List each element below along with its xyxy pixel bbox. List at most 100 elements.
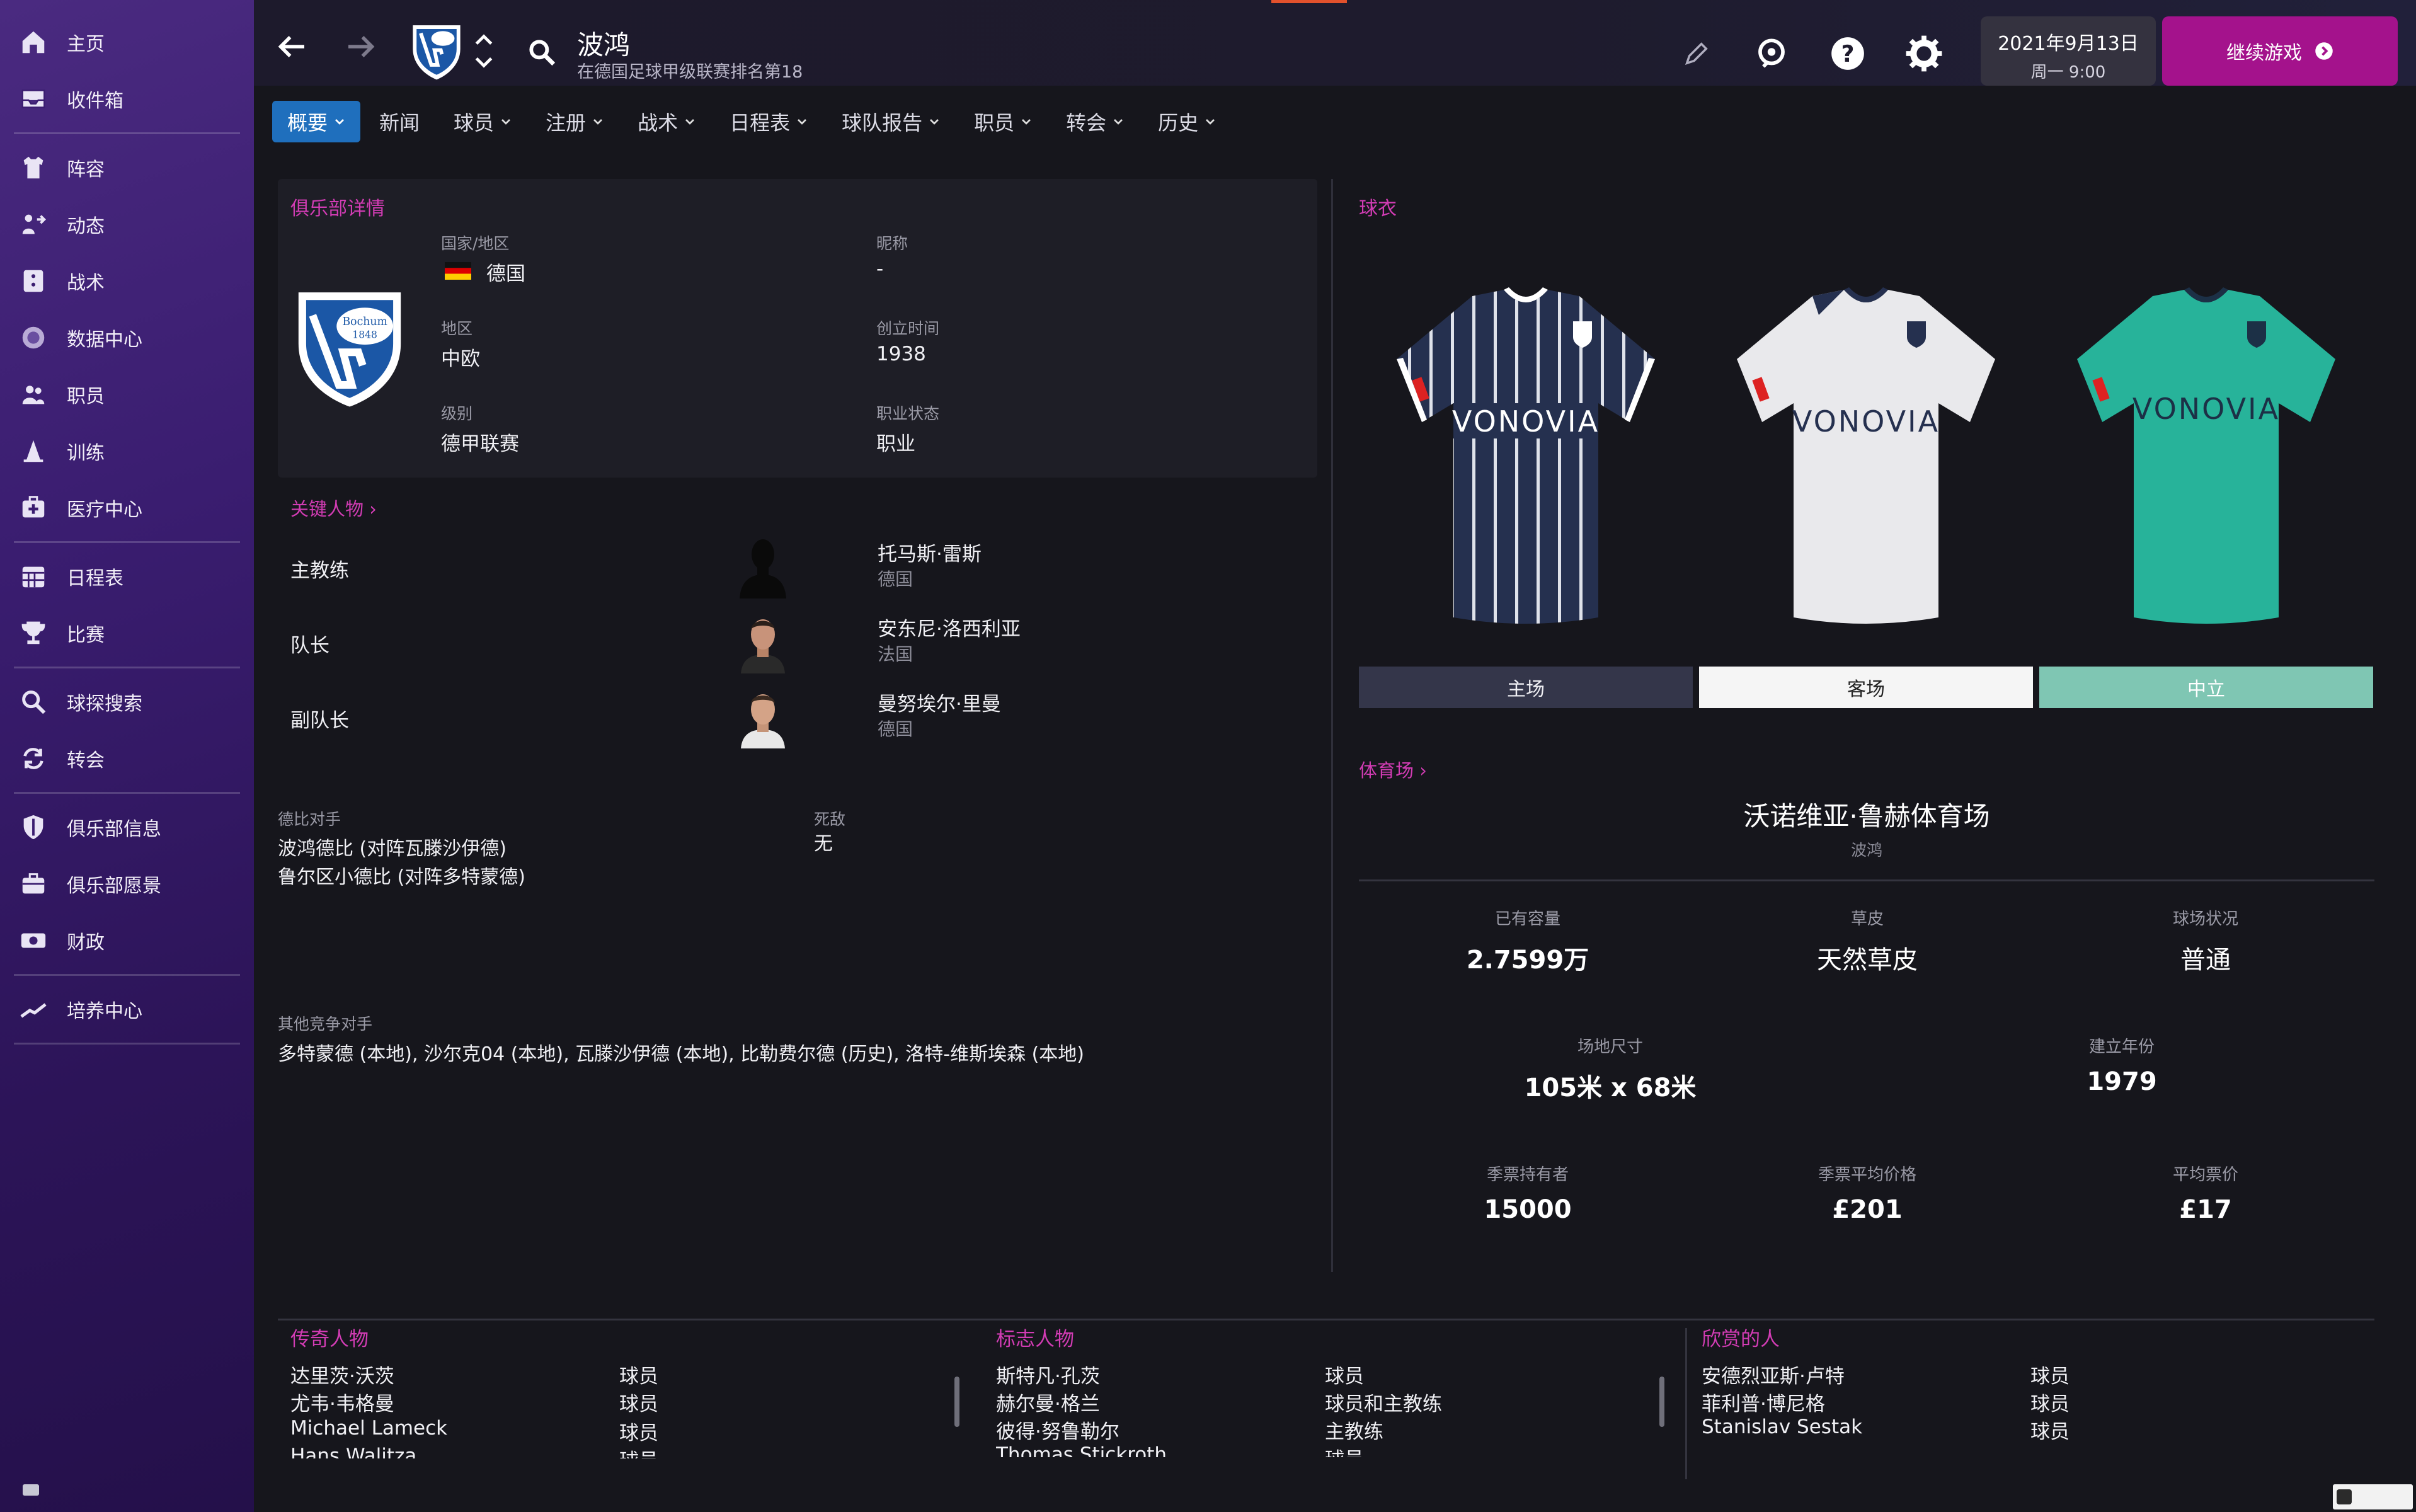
derby-item: 鲁尔区小德比 (对阵多特蒙德) [278, 866, 525, 888]
manager-name[interactable]: 托马斯·雷斯 [878, 538, 982, 566]
bottom-col-divider [1685, 1328, 1687, 1479]
tab-label: 球员 [454, 111, 495, 135]
third-kit-button[interactable]: 中立 [2039, 667, 2373, 708]
sidebar-item-label: 培养中心 [67, 1000, 142, 1022]
sidebar-item-home[interactable]: 主页 [14, 14, 240, 71]
founded-value: 1938 [876, 343, 926, 365]
tab-schedule[interactable]: 日程表 [714, 101, 823, 142]
sidebar-item-club-vision[interactable]: 俱乐部愿景 [14, 856, 240, 912]
sidebar-item-dynamics[interactable]: 动态 [14, 196, 240, 253]
sidebar-item-competitions[interactable]: 比赛 [14, 605, 240, 662]
sidebar-item-squad[interactable]: 阵容 [14, 139, 240, 196]
stat-label: 球场状况 [2172, 910, 2238, 929]
sidebar-item-schedule[interactable]: 日程表 [14, 548, 240, 605]
chevron-down-icon [1114, 119, 1123, 125]
club-crest-icon[interactable] [409, 23, 464, 81]
search-icon[interactable] [526, 37, 558, 68]
sidebar: 主页 收件箱 阵容 动态 战术 数据中心 职员 训练 医疗中心 日程表 比赛 球… [0, 0, 254, 1512]
icons-title: 标志人物 [996, 1328, 1074, 1351]
stat-value: £201 [1832, 1195, 1903, 1224]
stat-pitch-condition: 球场状况 普通 [2073, 906, 2338, 976]
tab-label: 日程表 [730, 111, 791, 135]
tab-tactics[interactable]: 战术 [622, 101, 711, 142]
sidebar-item-tactics[interactable]: 战术 [14, 253, 240, 309]
list-item[interactable]: 菲利普·博尼格 球员 [1702, 1388, 2379, 1416]
tab-label: 新闻 [379, 111, 420, 135]
scouting-icon [22, 690, 46, 714]
stat-label: 场地尺寸 [1577, 1038, 1643, 1057]
sidebar-item-label: 比赛 [67, 624, 105, 646]
away-kit-sponsor: VONOVIA [1792, 404, 1940, 438]
sidebar-item-staff[interactable]: 职员 [14, 366, 240, 423]
list-item[interactable]: Hans Walitza 球员 [290, 1445, 968, 1458]
tab-transfers[interactable]: 转会 [1051, 101, 1139, 142]
page-title: 波鸿 [577, 30, 631, 60]
help-icon[interactable]: ? [1828, 34, 1867, 73]
list-item[interactable]: 彼得·努鲁勒尔 主教练 [996, 1416, 1673, 1443]
sidebar-item-inbox[interactable]: 收件箱 [14, 71, 240, 127]
home-kit-image[interactable]: VONOVIA [1378, 277, 1674, 636]
home-kit-button[interactable]: 主场 [1359, 667, 1693, 708]
region-label: 地区 [441, 319, 473, 338]
stat-value: £17 [2179, 1195, 2232, 1224]
game-date[interactable]: 2021年9月13日 周一 9:00 [1981, 16, 2156, 86]
club-switch-icon[interactable] [471, 29, 496, 73]
vice-captain-avatar[interactable] [735, 683, 791, 748]
manager-silhouette-avatar[interactable] [735, 533, 791, 598]
club-info-icon [23, 815, 43, 840]
away-kit-button[interactable]: 客场 [1699, 667, 2033, 708]
list-item[interactable]: Thomas Stickroth 球员 [996, 1443, 1673, 1457]
notification-widget[interactable] [2333, 1484, 2413, 1509]
tab-history[interactable]: 历史 [1143, 101, 1231, 142]
list-item[interactable]: 斯特凡·孔茨 球员 [996, 1360, 1673, 1388]
sidebar-collapse-icon[interactable] [23, 1484, 39, 1496]
sidebar-group: 俱乐部信息 俱乐部愿景 财政 [14, 794, 240, 976]
nickname-value: - [876, 258, 884, 280]
edit-pencil-icon[interactable] [1682, 39, 1711, 68]
key-people-link[interactable]: 关键人物 › [290, 495, 377, 521]
social-feed-icon[interactable] [1752, 34, 1791, 73]
captain-name[interactable]: 安东尼·洛西利亚 [878, 613, 1021, 641]
list-item[interactable]: 安德烈亚斯·卢特 球员 [1702, 1360, 2379, 1388]
legends-scrollbar[interactable] [954, 1377, 959, 1427]
sidebar-item-club-info[interactable]: 俱乐部信息 [14, 799, 240, 856]
sidebar-item-scouting[interactable]: 球探搜索 [14, 673, 240, 730]
icons-scrollbar[interactable] [1659, 1377, 1664, 1427]
person-name: 安德烈亚斯·卢特 [1702, 1365, 1845, 1388]
tab-overview[interactable]: 概要 [272, 101, 361, 142]
tab-staff[interactable]: 职员 [959, 101, 1047, 142]
continue-label: 继续游戏 [2226, 42, 2302, 64]
continue-button[interactable]: 继续游戏 [2162, 16, 2398, 86]
captain-avatar[interactable] [735, 608, 791, 673]
list-item[interactable]: 尤韦·韦格曼 球员 [290, 1388, 968, 1416]
stat-label: 平均票价 [2172, 1166, 2238, 1184]
sidebar-item-development[interactable]: 培养中心 [14, 981, 240, 1038]
svg-text:?: ? [1841, 40, 1855, 67]
sidebar-item-label: 动态 [67, 215, 105, 238]
accent-line [1271, 0, 1347, 3]
back-arrow-icon[interactable] [273, 28, 311, 66]
tab-registration[interactable]: 注册 [530, 101, 619, 142]
list-item[interactable]: 达里茨·沃茨 球员 [290, 1360, 968, 1388]
sidebar-item-medical[interactable]: 医疗中心 [14, 479, 240, 536]
role-manager: 主教练 [290, 559, 349, 582]
forward-arrow-icon[interactable] [342, 28, 380, 66]
list-item[interactable]: Stanislav Sestak 球员 [1702, 1416, 2379, 1443]
vice-captain-name[interactable]: 曼努埃尔·里曼 [878, 688, 1001, 716]
tab-team-report[interactable]: 球队报告 [827, 101, 955, 142]
away-kit-image[interactable]: VONOVIA [1718, 277, 2014, 636]
tab-news[interactable]: 新闻 [364, 101, 435, 142]
settings-gear-icon[interactable] [1904, 34, 1944, 73]
founded-label: 创立时间 [876, 319, 940, 338]
sidebar-item-training[interactable]: 训练 [14, 423, 240, 479]
sidebar-item-data-hub[interactable]: 数据中心 [14, 309, 240, 366]
sidebar-item-finances[interactable]: 财政 [14, 912, 240, 969]
list-item[interactable]: 赫尔曼·格兰 球员和主教练 [996, 1388, 1673, 1416]
stadium-link[interactable]: 体育场 › [1359, 756, 1427, 782]
tab-players[interactable]: 球员 [438, 101, 527, 142]
list-item[interactable]: Michael Lameck 球员 [290, 1417, 968, 1445]
third-kit-image[interactable]: VONOVIA [2058, 277, 2354, 636]
nickname-label: 昵称 [876, 234, 908, 253]
sidebar-item-transfers[interactable]: 转会 [14, 730, 240, 787]
level-value: 德甲联赛 [441, 433, 519, 455]
